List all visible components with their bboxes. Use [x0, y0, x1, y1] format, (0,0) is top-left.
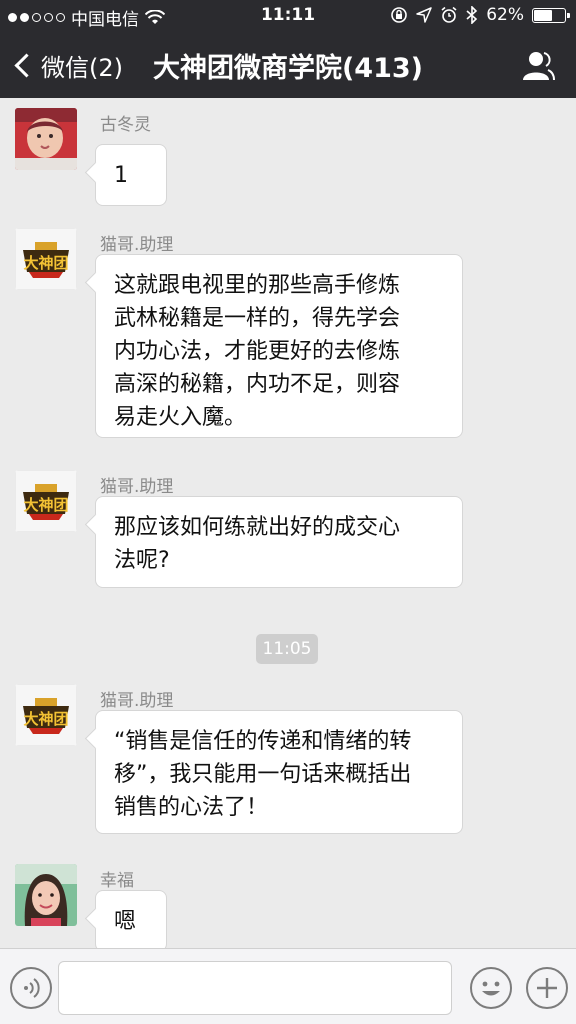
sender-name: 猫哥.助理 — [100, 477, 174, 497]
avatar[interactable]: 大神团 — [15, 684, 77, 746]
avatar[interactable]: 大神团 — [15, 228, 77, 290]
alarm-icon — [441, 6, 457, 23]
avatar[interactable]: 大神团 — [15, 470, 77, 532]
sender-name: 幸福 — [100, 871, 134, 891]
status-bar: 中国电信 11:11 62% — [0, 0, 576, 32]
chat-message-list[interactable]: 古冬灵 1 大神团 猫哥.助理 这就跟电视里的那些高手修炼 武林秘籍是一样的，得… — [0, 98, 576, 948]
top-bar: 中国电信 11:11 62% 微信(2) 大神团微商学院(413) — [0, 0, 576, 98]
avatar[interactable] — [15, 108, 77, 170]
dashentuan-logo-avatar: 大神团 — [15, 470, 77, 532]
battery-level — [534, 9, 552, 21]
dashentuan-logo-avatar: 大神团 — [15, 684, 77, 746]
voice-input-button[interactable] — [10, 967, 52, 1009]
plus-icon — [537, 978, 557, 998]
sender-name: 古冬灵 — [100, 115, 151, 135]
more-functions-button[interactable] — [526, 967, 568, 1009]
message-bubble[interactable]: 1 — [95, 144, 167, 206]
bluetooth-icon — [466, 6, 478, 24]
message-bubble[interactable]: 嗯 — [95, 890, 167, 948]
logo-text: 大神团 — [23, 710, 68, 728]
rotation-lock-icon — [391, 7, 408, 23]
message-input-bar — [0, 948, 576, 1024]
sender-name: 猫哥.助理 — [100, 235, 174, 255]
emoji-icon — [482, 981, 500, 996]
battery-percentage: 62% — [486, 5, 524, 25]
group-members-icon[interactable] — [520, 48, 556, 84]
battery-icon — [532, 7, 570, 23]
voice-icon — [24, 978, 40, 998]
sender-name: 猫哥.助理 — [100, 691, 174, 711]
status-right: 62% — [390, 5, 570, 25]
message-bubble[interactable]: 这就跟电视里的那些高手修炼 武林秘籍是一样的，得先学会 内功心法，才能更好的去修… — [95, 254, 463, 438]
message-text-input[interactable] — [58, 961, 452, 1015]
chat-title: 大神团微商学院(413) — [152, 53, 424, 84]
logo-text: 大神团 — [23, 496, 68, 514]
logo-text: 大神团 — [23, 254, 68, 272]
location-icon — [416, 7, 432, 23]
woman-photo-avatar — [15, 864, 77, 926]
emoji-button[interactable] — [470, 967, 512, 1009]
message-timestamp: 11:05 — [256, 634, 318, 664]
baby-photo-avatar — [15, 108, 77, 170]
message-bubble[interactable]: 那应该如何练就出好的成交心 法呢? — [95, 496, 463, 588]
navigation-bar: 微信(2) 大神团微商学院(413) — [0, 34, 576, 98]
message-bubble[interactable]: “销售是信任的传递和情绪的转 移”，我只能用一句话来概括出 销售的心法了！ — [95, 710, 463, 834]
avatar[interactable] — [15, 864, 77, 926]
dashentuan-logo-avatar: 大神团 — [15, 228, 77, 290]
